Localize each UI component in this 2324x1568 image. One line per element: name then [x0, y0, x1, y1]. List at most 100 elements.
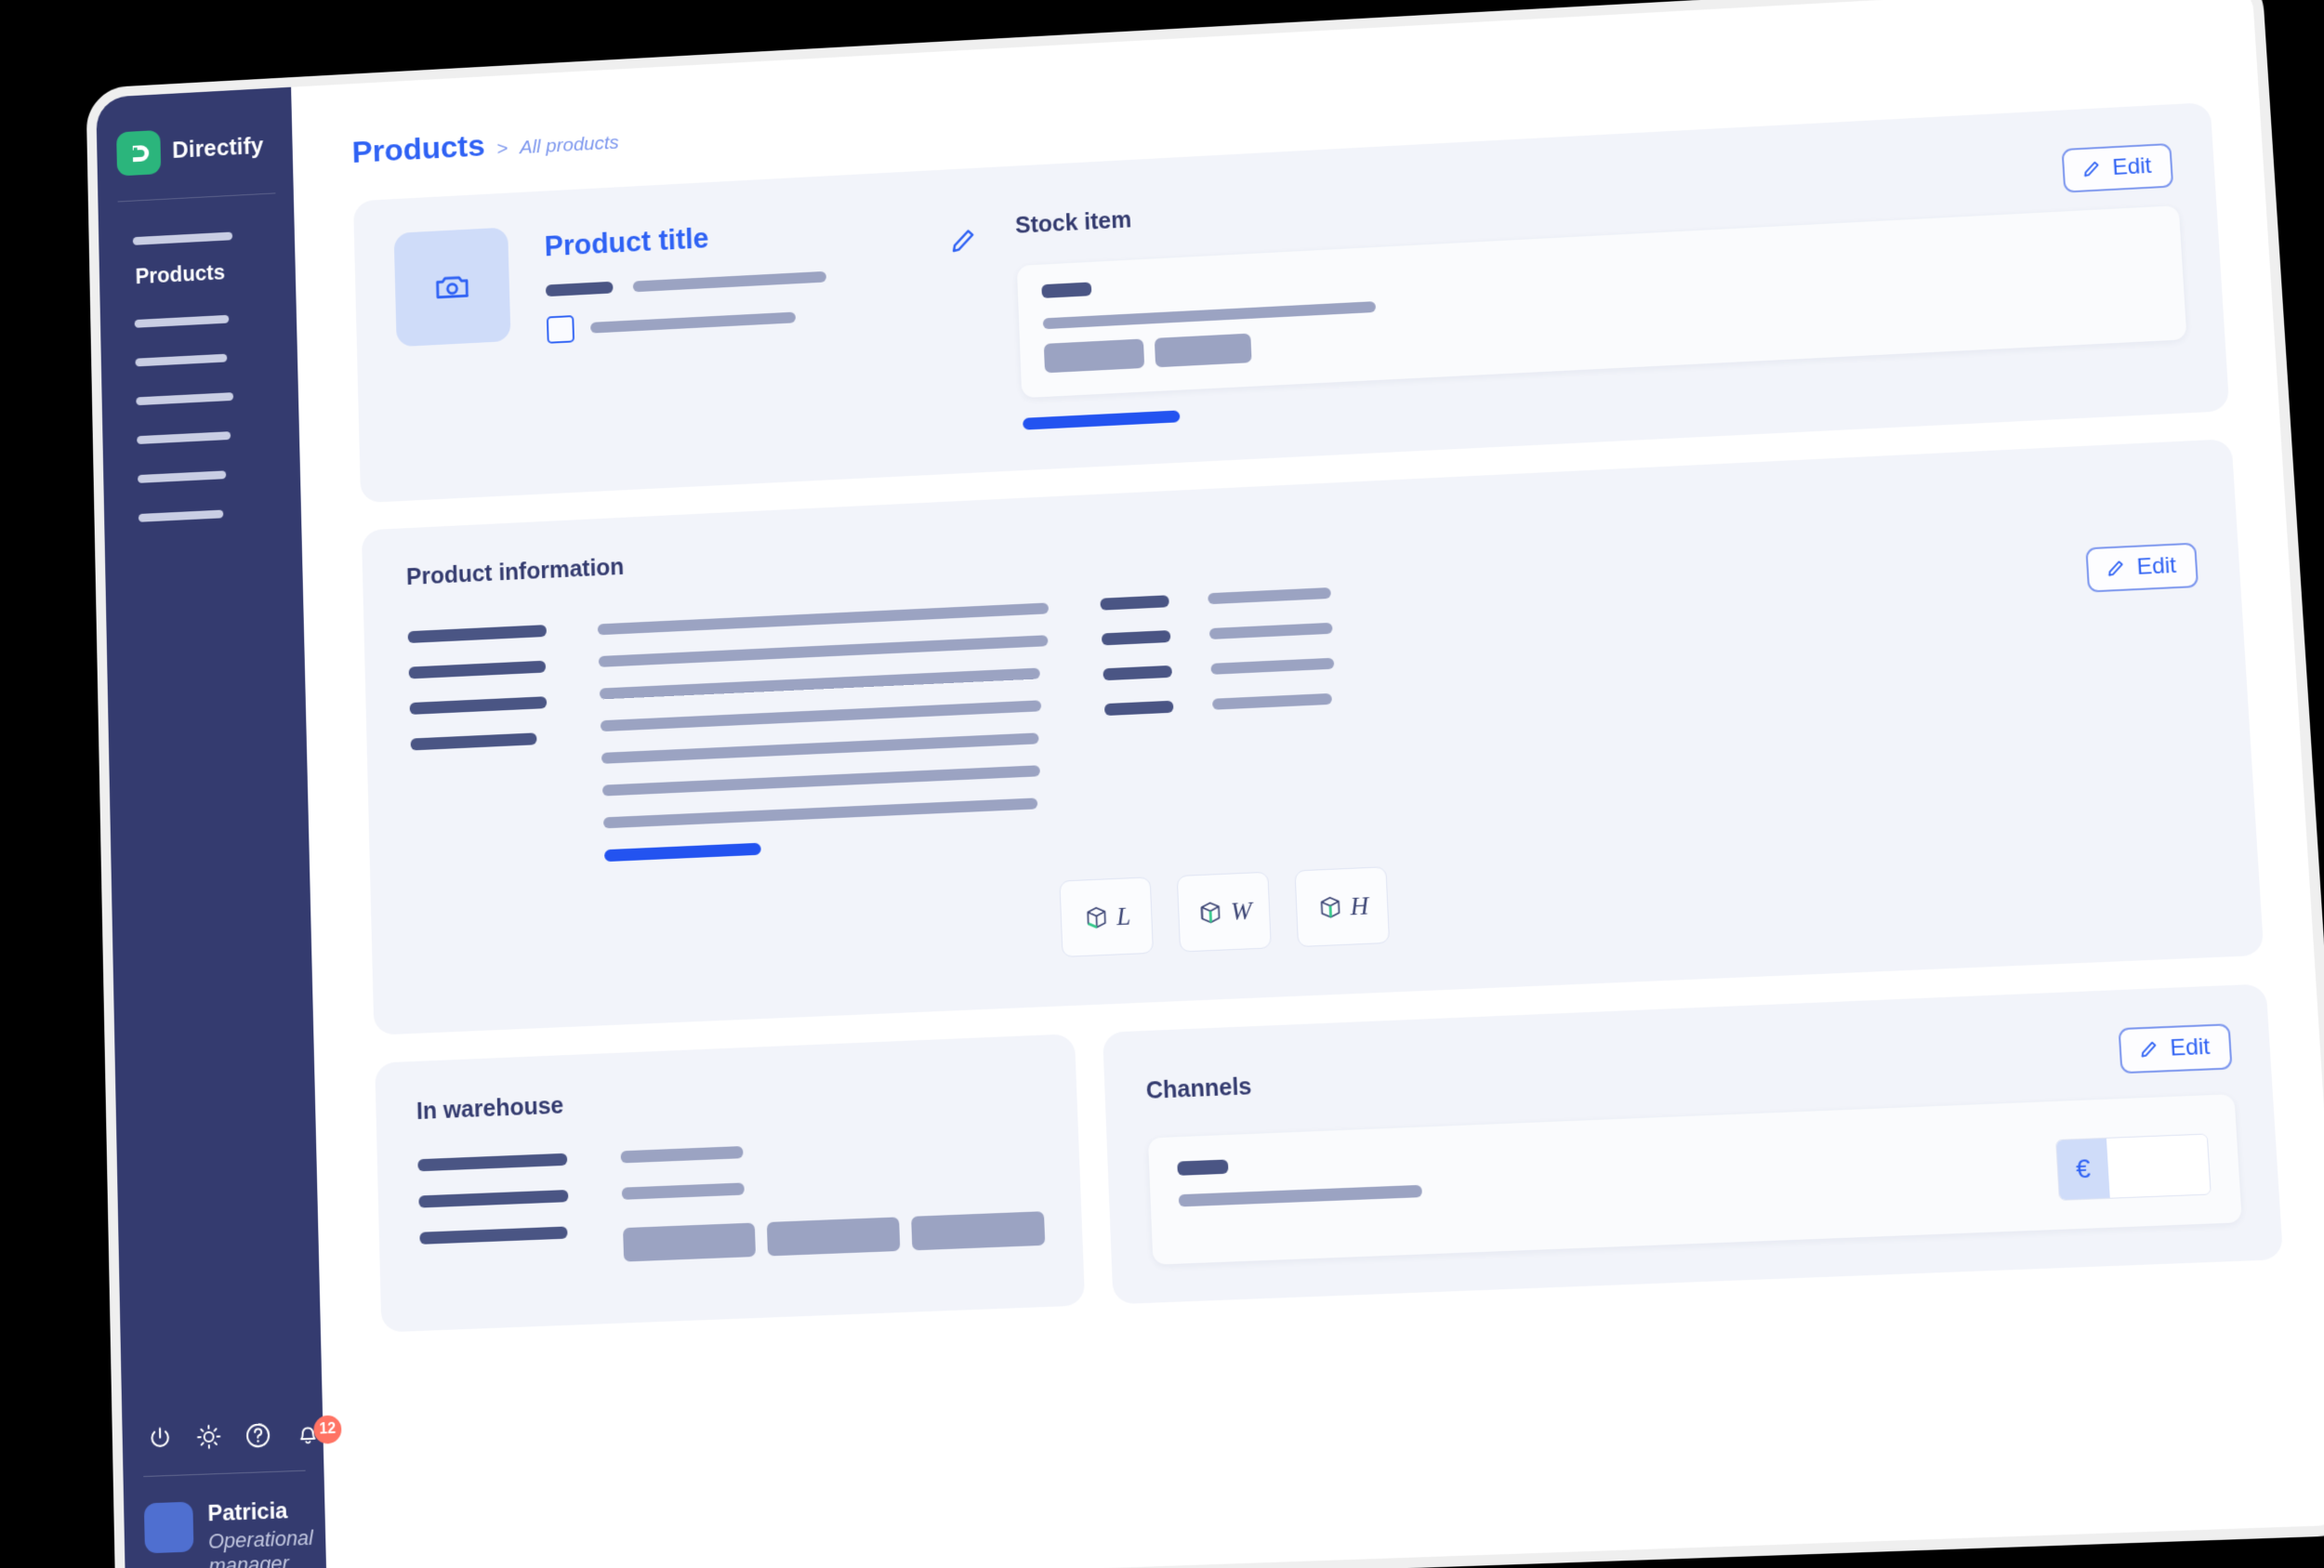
label-placeholder	[409, 661, 547, 679]
description-line	[600, 667, 1040, 699]
chip-placeholder	[1044, 338, 1144, 373]
user-profile[interactable]: Patricia Operational manager	[124, 1469, 327, 1568]
product-information-card: Product information Edit L W H	[362, 439, 2265, 1035]
product-meta-row	[546, 266, 911, 296]
channels-title: Channels	[1145, 1073, 1252, 1104]
description-line	[601, 700, 1041, 731]
dimension-boxes: L W H	[1059, 830, 2218, 957]
label-placeholder	[1100, 595, 1169, 610]
pencil-icon	[2103, 557, 2127, 580]
channels-card: Channels Edit €	[1103, 983, 2283, 1304]
product-image-placeholder[interactable]	[394, 227, 511, 347]
product-meta-row	[547, 297, 913, 343]
accent-bar	[604, 843, 761, 862]
info-actions-column: Edit	[1382, 541, 2199, 626]
edit-title-button[interactable]	[944, 203, 986, 434]
breadcrumb-separator: >	[496, 138, 508, 161]
sidebar: Directify Products 12 Patricia Operation…	[96, 87, 326, 1568]
dimension-length-box[interactable]: L	[1059, 876, 1154, 957]
value-placeholder	[1179, 1185, 1422, 1207]
value-placeholder	[1043, 301, 1376, 329]
accent-bar	[1023, 410, 1180, 429]
directify-logo-icon	[116, 130, 161, 177]
product-checkbox[interactable]	[547, 315, 574, 344]
chip-placeholder	[911, 1211, 1045, 1250]
edit-product-information-label: Edit	[2136, 555, 2177, 579]
label-placeholder	[1104, 701, 1174, 716]
price-field[interactable]: €	[2055, 1134, 2212, 1201]
value-placeholder	[1209, 623, 1333, 639]
chip-placeholder	[1155, 334, 1252, 368]
value-placeholder	[1212, 693, 1332, 710]
description-line	[599, 635, 1049, 667]
stock-item-section: Stock item Edit	[1014, 139, 2189, 430]
label-placeholder	[1103, 665, 1171, 680]
value-placeholder	[590, 312, 796, 334]
dimension-height-label: H	[1350, 891, 1369, 921]
label-placeholder	[419, 1226, 567, 1244]
label-placeholder	[1041, 282, 1091, 297]
edit-product-information-button[interactable]: Edit	[2085, 543, 2199, 593]
edit-channels-button[interactable]: Edit	[2118, 1023, 2232, 1074]
breadcrumb-parent[interactable]: All products	[520, 132, 620, 159]
warehouse-card: In warehouse	[375, 1034, 1085, 1332]
brand-name: Directify	[172, 133, 264, 164]
dimension-width-box[interactable]: W	[1177, 872, 1272, 953]
price-input[interactable]	[2106, 1135, 2211, 1198]
bottom-cards-row: In warehouse Channels Edit €	[375, 983, 2283, 1332]
channel-row	[1177, 1152, 1422, 1206]
chip-placeholder	[623, 1223, 756, 1262]
label-placeholder	[1102, 630, 1170, 645]
breadcrumb-current[interactable]: Products	[351, 128, 485, 170]
info-spec-columns	[1100, 582, 1336, 716]
value-placeholder	[622, 1182, 745, 1199]
product-meta: Product title	[544, 206, 917, 454]
spec-label-column	[1100, 595, 1173, 716]
description-line	[601, 732, 1039, 763]
stock-item-title: Stock item	[1015, 206, 1132, 239]
currency-symbol: €	[2056, 1139, 2110, 1200]
sidebar-item-placeholder[interactable]	[133, 232, 232, 245]
help-icon[interactable]	[244, 1419, 273, 1452]
spec-value-column	[1208, 587, 1336, 711]
dimension-height-box[interactable]: H	[1294, 866, 1390, 947]
warehouse-label-column	[417, 1153, 570, 1270]
avatar	[144, 1501, 194, 1553]
edit-channels-label: Edit	[2170, 1035, 2211, 1060]
value-placeholder	[1208, 587, 1331, 604]
cube-height-icon	[1315, 892, 1346, 923]
label-placeholder	[546, 282, 614, 296]
app-window: Directify Products 12 Patricia Operation…	[86, 0, 2324, 1568]
pencil-icon	[2079, 158, 2103, 181]
brand[interactable]: Directify	[97, 117, 293, 177]
user-name: Patricia	[207, 1496, 312, 1526]
product-information-grid: Edit	[407, 541, 2211, 871]
label-placeholder	[408, 625, 547, 643]
info-description-column	[598, 595, 1058, 862]
edit-stock-item-button[interactable]: Edit	[2061, 143, 2173, 193]
notifications[interactable]: 12	[292, 1417, 324, 1450]
product-header-card: Product title Stock item Edit	[353, 102, 2229, 503]
channels-panel: €	[1148, 1094, 2242, 1265]
dimension-width-label: W	[1230, 896, 1252, 926]
label-placeholder	[418, 1190, 568, 1208]
notification-badge: 12	[313, 1415, 341, 1444]
power-icon[interactable]	[145, 1423, 175, 1456]
chip-placeholder	[767, 1217, 901, 1256]
label-placeholder	[411, 732, 537, 750]
sidebar-nav: Products	[98, 192, 301, 523]
cube-length-icon	[1081, 903, 1111, 933]
value-placeholder	[633, 270, 826, 291]
brightness-icon[interactable]	[194, 1421, 224, 1454]
label-placeholder	[1177, 1159, 1228, 1175]
info-label-column	[407, 619, 549, 750]
pencil-icon	[2135, 1038, 2159, 1062]
description-line	[603, 797, 1037, 828]
product-title: Product title	[544, 212, 909, 264]
cube-width-icon	[1195, 897, 1225, 928]
sidebar-tools: 12	[122, 1417, 323, 1456]
dimension-length-label: L	[1116, 902, 1130, 931]
main-content: Products > All products Product title St…	[291, 0, 2324, 1568]
warehouse-value-column	[621, 1134, 1046, 1262]
user-role: Operational manager	[208, 1526, 314, 1568]
